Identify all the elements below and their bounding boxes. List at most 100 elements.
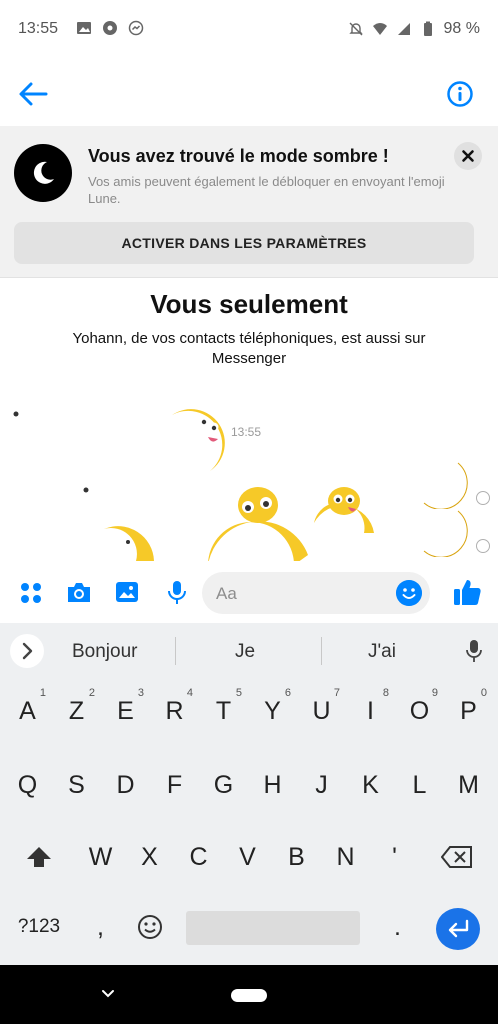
signal-icon [397, 23, 410, 35]
key-label: Y [264, 696, 281, 725]
suggestion-3[interactable]: J'ai [368, 641, 396, 663]
key-label: A [19, 696, 36, 725]
emoji-icon[interactable] [396, 580, 422, 606]
key-k[interactable]: K [346, 755, 395, 815]
voice-input-icon[interactable] [466, 639, 482, 663]
key-p[interactable]: P0 [444, 681, 493, 741]
emoji-key[interactable] [125, 897, 174, 957]
message-composer: Aa [0, 561, 498, 623]
emoji-icon [137, 915, 162, 939]
message-input-placeholder: Aa [216, 584, 237, 603]
info-icon[interactable] [446, 80, 474, 108]
key-s[interactable]: S [52, 755, 101, 815]
period-key[interactable]: . [373, 897, 422, 957]
chat-area: Vous seulement Yohann, de vos contacts t… [0, 279, 498, 561]
key-hint: 0 [480, 687, 487, 699]
key-l[interactable]: L [395, 755, 444, 815]
key-hint: 8 [382, 687, 389, 699]
key-hint: 2 [88, 687, 95, 699]
key-o[interactable]: O9 [395, 681, 444, 741]
activate-settings-button[interactable]: ACTIVER DANS LES PARAMÈTRES [14, 222, 474, 264]
comma-key[interactable]: , [76, 897, 125, 957]
chevron-right-icon [22, 642, 33, 660]
key-x[interactable]: X [125, 827, 174, 887]
wifi-icon [372, 23, 387, 35]
suggestion-divider [321, 637, 322, 665]
suggestion-1[interactable]: Bonjour [72, 641, 138, 663]
home-pill[interactable] [231, 989, 267, 1002]
message-input[interactable]: Aa [202, 572, 430, 614]
backspace-key[interactable] [432, 827, 481, 887]
key-label: U [312, 696, 331, 725]
system-nav-bar [0, 965, 498, 1024]
key-q[interactable]: Q [3, 755, 52, 815]
sent-check-icon [476, 539, 490, 553]
keyboard-keys: A1 Z2 E3 R4 T5 Y6 U7 I8 O9 P0 Q S D F G … [0, 679, 498, 965]
key-b[interactable]: B [272, 827, 321, 887]
key-f[interactable]: F [150, 755, 199, 815]
sent-moon-message-2[interactable] [418, 507, 470, 557]
key-label: T [215, 696, 232, 725]
key-v[interactable]: V [223, 827, 272, 887]
moon-icon [33, 161, 54, 184]
key-m[interactable]: M [444, 755, 493, 815]
key-label: P [460, 696, 477, 725]
key-i[interactable]: I8 [346, 681, 395, 741]
key-y[interactable]: Y6 [248, 681, 297, 741]
key-label: R [165, 696, 184, 725]
soccer-icon [103, 21, 117, 35]
key-n[interactable]: N [321, 827, 370, 887]
key-g[interactable]: G [199, 755, 248, 815]
key-c[interactable]: C [174, 827, 223, 887]
image-icon [77, 22, 91, 34]
key-hint: 6 [284, 687, 291, 699]
key-u[interactable]: U7 [297, 681, 346, 741]
shift-icon [26, 847, 51, 867]
key-a[interactable]: A1 [3, 681, 52, 741]
chevron-down-icon[interactable] [101, 987, 115, 1001]
message-timestamp: 13:55 [231, 425, 262, 439]
arrow-left-icon[interactable] [18, 80, 50, 108]
key-label: O [409, 696, 430, 725]
key-label: E [117, 696, 134, 725]
battery-icon [423, 21, 432, 36]
shift-key[interactable] [14, 827, 63, 887]
key-hint: 7 [333, 687, 340, 699]
moon-effect-4 [208, 487, 308, 561]
key-e[interactable]: E3 [101, 681, 150, 741]
messenger-icon [128, 20, 144, 36]
space-bar[interactable] [186, 911, 360, 945]
key-t[interactable]: T5 [199, 681, 248, 741]
symbols-key[interactable]: ?123 [6, 897, 72, 957]
key-z[interactable]: Z2 [52, 681, 101, 741]
moon-effect-1 [0, 368, 72, 453]
camera-icon[interactable] [66, 579, 92, 605]
key-apostrophe[interactable]: ' [370, 827, 419, 887]
suggestion-2[interactable]: Je [235, 641, 255, 663]
mic-icon[interactable] [164, 579, 190, 605]
moon-effect-2 [172, 409, 225, 471]
dark-mode-banner: Vous avez trouvé le mode sombre ! Vos am… [0, 126, 498, 278]
battery-level: 98 % [443, 20, 480, 37]
enter-key[interactable] [436, 908, 480, 950]
banner-close-button[interactable] [454, 142, 482, 170]
conversation-subtitle: Yohann, de vos contacts téléphoniques, e… [72, 330, 426, 367]
key-hint: 9 [431, 687, 438, 699]
sent-moon-message-1[interactable] [418, 459, 470, 509]
key-r[interactable]: R4 [150, 681, 199, 741]
key-h[interactable]: H [248, 755, 297, 815]
suggestion-expand-button[interactable] [10, 634, 44, 668]
image-icon[interactable] [114, 579, 140, 605]
key-d[interactable]: D [101, 755, 150, 815]
status-icons-right: 98 % [348, 20, 480, 38]
status-bar: 13:55 98 % [0, 0, 498, 60]
key-j[interactable]: J [297, 755, 346, 815]
moon-effect-5 [314, 487, 374, 533]
close-icon [462, 150, 474, 162]
soft-keyboard: Bonjour Je J'ai A1 Z2 E3 R4 T5 Y6 U7 I8 … [0, 623, 498, 965]
thumbs-up-icon[interactable] [452, 577, 482, 607]
key-w[interactable]: W [76, 827, 125, 887]
apps-icon[interactable] [18, 579, 44, 605]
conversation-title: Vous seulement [150, 289, 348, 319]
suggestion-strip: Bonjour Je J'ai [0, 623, 498, 679]
